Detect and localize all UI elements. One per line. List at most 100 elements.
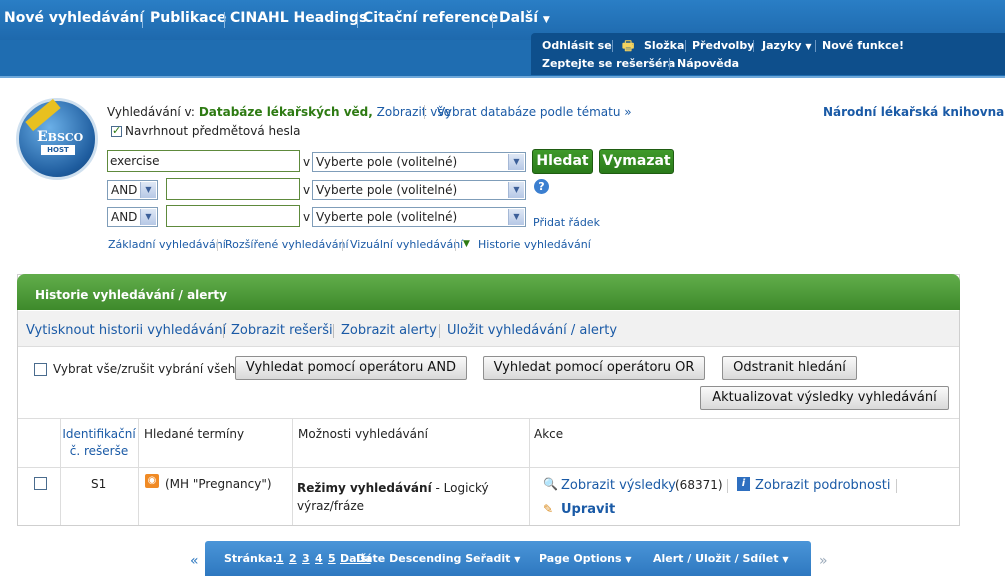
clear-button[interactable]: Vymazat: [599, 149, 674, 174]
suggest-terms-label: Navrhnout předmětová hesla: [125, 124, 301, 138]
save-searches-link[interactable]: Uložit vyhledávání / alerty: [447, 323, 617, 338]
table-divider: [60, 418, 61, 525]
info-icon: i: [737, 477, 750, 491]
folder-link[interactable]: Složka: [644, 39, 684, 52]
searching-in-label: Vyhledávání v:: [107, 105, 195, 119]
row-options: Režimy vyhledávání - Logický výraz/fráze: [297, 479, 525, 515]
separator: [223, 324, 224, 338]
search-and-button[interactable]: Vyhledat pomocí operátoru AND: [235, 356, 467, 380]
help-icon[interactable]: ?: [534, 179, 549, 194]
separator: [342, 239, 343, 251]
database-name: Databáze lékařských věd,: [198, 105, 373, 119]
basic-search-link[interactable]: Základní vyhledávání: [108, 238, 226, 251]
field-select-value: Vyberte pole (volitelné): [316, 155, 458, 169]
alert-share-label: Alert / Uložit / Sdílet: [653, 552, 779, 565]
page-link-2[interactable]: 2: [289, 552, 297, 565]
select-all-checkbox[interactable]: [34, 363, 47, 376]
mode-value: - Logický: [435, 481, 489, 495]
separator: [424, 105, 425, 119]
suggest-terms-checkbox[interactable]: [111, 124, 122, 137]
operator-value: AND: [111, 183, 138, 197]
database-line: Vyhledávání v: Databáze lékařských věd, …: [107, 105, 451, 119]
print-history-link[interactable]: Vytisknout historii vyhledávání: [26, 323, 226, 338]
help-link[interactable]: Nápověda: [677, 57, 739, 70]
chevron-down-icon: ▼: [508, 154, 524, 170]
page-options-label: Page Options: [539, 552, 622, 565]
mode-label: Režimy vyhledávání: [297, 481, 432, 495]
next-page-arrow[interactable]: »: [819, 553, 828, 569]
show-searches-link[interactable]: Zobrazit rešerši: [231, 323, 333, 338]
col-header-id[interactable]: Identifikační č. rešerše: [62, 427, 136, 458]
preferences-link[interactable]: Předvolby: [692, 39, 754, 52]
chevron-down-icon: ▼: [625, 555, 632, 564]
nav-cinahl-headings[interactable]: CINAHL Headings: [230, 10, 367, 26]
chevron-down-icon: ▼: [508, 209, 524, 225]
nav-publications[interactable]: Publikace: [150, 10, 226, 26]
separator: [439, 324, 440, 338]
search-or-button[interactable]: Vyhledat pomocí operátoru OR: [483, 356, 705, 380]
magnifier-icon: 🔍: [543, 477, 558, 491]
page-link-3[interactable]: 3: [302, 552, 310, 565]
header-divider: [0, 76, 1005, 78]
result-count: (68371): [675, 478, 723, 492]
rss-icon[interactable]: ◉: [145, 474, 159, 488]
search-history-link[interactable]: Historie vyhledávání: [478, 238, 591, 251]
visual-search-link[interactable]: Vizuální vyhledávání: [350, 238, 463, 251]
operator-select-3[interactable]: AND ▼: [107, 207, 158, 227]
triangle-down-icon: ▼: [463, 239, 470, 249]
show-results-link[interactable]: Zobrazit výsledky: [561, 478, 676, 493]
search-input-2[interactable]: [166, 178, 300, 200]
refresh-results-button[interactable]: Aktualizovat výsledky vyhledávání: [700, 386, 949, 410]
field-select-1[interactable]: Vyberte pole (volitelné) ▼: [312, 152, 526, 172]
logout-link[interactable]: Odhlásit se: [542, 39, 612, 52]
table-divider: [529, 418, 530, 525]
col-header-id-line2: č. rešerše: [69, 444, 129, 458]
table-divider: [292, 418, 293, 525]
show-details-link[interactable]: Zobrazit podrobnosti: [755, 478, 890, 493]
add-row-link[interactable]: Přidat řádek: [533, 216, 600, 229]
nav-more[interactable]: Další ▼: [499, 10, 550, 26]
search-input-1[interactable]: exercise: [107, 150, 300, 172]
separator: [217, 239, 218, 251]
row-terms: (MH "Pregnancy"): [165, 477, 272, 491]
in-label: v: [303, 210, 311, 224]
search-button[interactable]: Hledat: [532, 149, 593, 174]
prev-page-arrow[interactable]: «: [190, 553, 199, 569]
page-link-5[interactable]: 5: [328, 552, 336, 565]
nav-citations[interactable]: Citační reference: [363, 10, 498, 26]
page-label: Stránka:: [224, 552, 277, 565]
new-features-link[interactable]: Nové funkce!: [822, 39, 904, 52]
col-header-options: Možnosti vyhledávání: [298, 427, 428, 441]
operator-select-2[interactable]: AND ▼: [107, 180, 158, 200]
choose-databases-link[interactable]: Vybrat databáze podle tématu »: [437, 105, 632, 119]
chevron-down-icon: ▼: [514, 555, 521, 564]
page-link-4[interactable]: 4: [315, 552, 323, 565]
edit-link[interactable]: Upravit: [561, 502, 615, 517]
field-select-2[interactable]: Vyberte pole (volitelné) ▼: [312, 180, 526, 200]
user-separator: [815, 40, 816, 52]
nav-new-search[interactable]: Nové vyhledávání: [4, 10, 144, 26]
field-select-value: Vyberte pole (volitelné): [316, 210, 458, 224]
chevron-down-icon: ▼: [140, 182, 156, 198]
row-checkbox[interactable]: [34, 477, 47, 490]
nav-more-label: Další: [499, 10, 538, 26]
languages-menu[interactable]: Jazyky ▼: [762, 39, 812, 52]
remove-search-button[interactable]: Odstranit hledání: [722, 356, 857, 380]
in-label: v: [303, 183, 311, 197]
page-options-menu[interactable]: Page Options ▼: [539, 552, 632, 565]
advanced-search-link[interactable]: Rozšířené vyhledávání: [225, 238, 349, 251]
field-select-3[interactable]: Vyberte pole (volitelné) ▼: [312, 207, 526, 227]
ebsco-host-logo: EBSCO HOST: [16, 98, 98, 180]
separator: [896, 479, 897, 493]
ebsco-wordmark: EBSCO: [37, 129, 84, 145]
table-divider: [18, 418, 959, 419]
search-input-3[interactable]: [166, 205, 300, 227]
alert-share-menu[interactable]: Alert / Uložit / Sdílet ▼: [653, 552, 789, 565]
show-alerts-link[interactable]: Zobrazit alerty: [341, 323, 437, 338]
sort-menu[interactable]: Date Descending Seřadit ▼: [356, 552, 520, 565]
ask-librarian-link[interactable]: Zeptejte se rešeršéra: [542, 57, 675, 70]
user-separator: [685, 40, 686, 52]
in-label: v: [303, 155, 311, 169]
host-label-icon: HOST: [41, 145, 75, 155]
page-link-1[interactable]: 1: [276, 552, 284, 565]
